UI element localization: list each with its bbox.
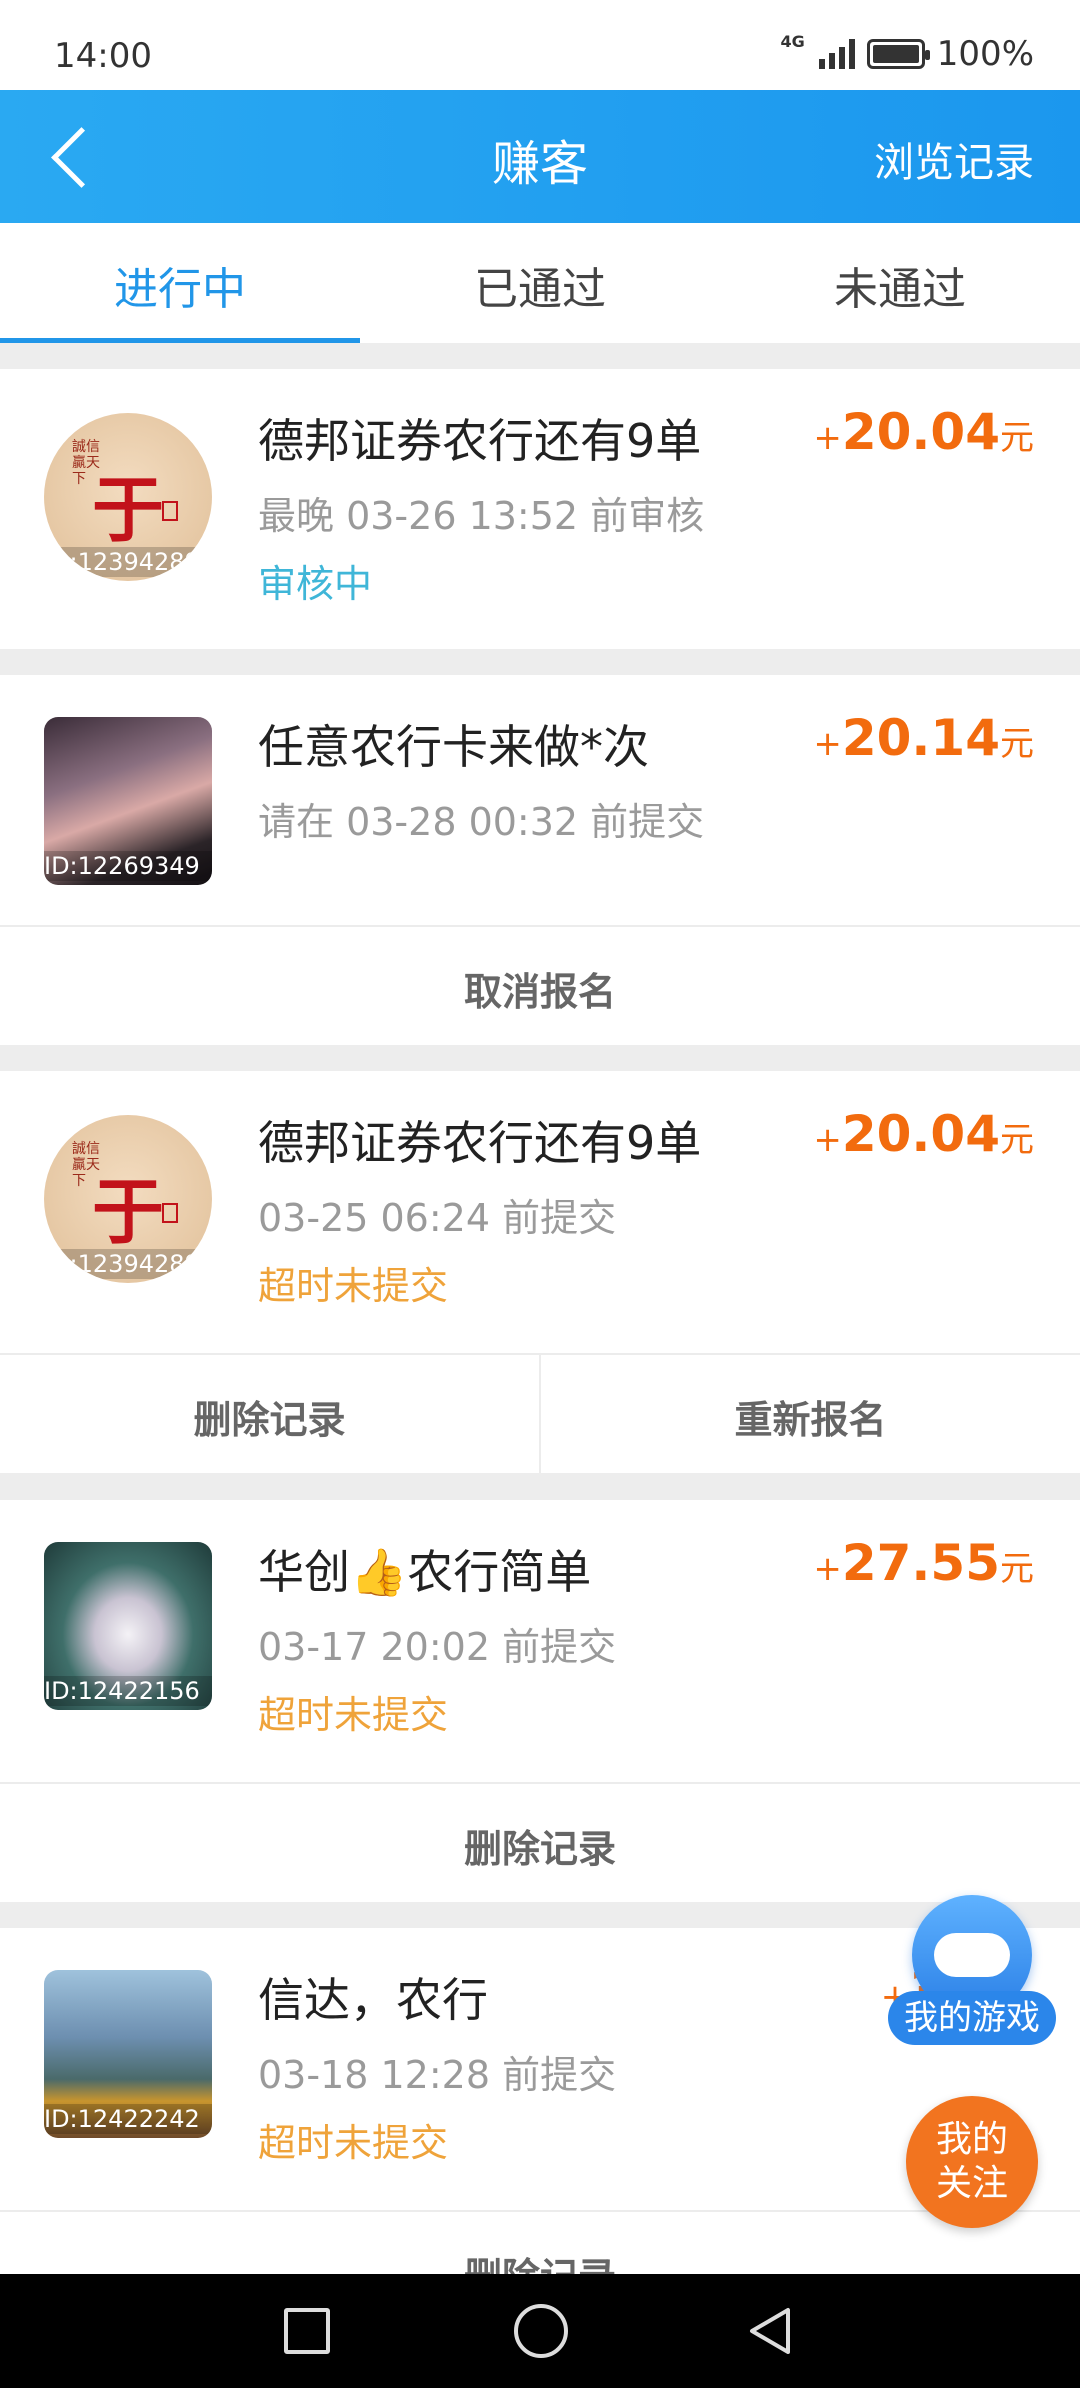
card-actions: 删除记录 重新报名 xyxy=(0,1353,1080,1473)
my-games-label: 我的游戏 xyxy=(888,1991,1056,2045)
re-signup-button[interactable]: 重新报名 xyxy=(539,1355,1080,1473)
card-actions: 取消报名 xyxy=(0,925,1080,1045)
system-nav-bar xyxy=(0,2274,1080,2388)
task-avatar: ID:12269349 xyxy=(44,717,212,885)
task-avatar: ID:12422156 xyxy=(44,1542,212,1710)
status-icons: 4G 100% xyxy=(780,32,1034,75)
task-reward: +20.04元 xyxy=(813,1105,1034,1163)
back-arrow-icon[interactable] xyxy=(40,120,110,195)
avatar-character: 于 xyxy=(91,467,164,552)
task-status: 超时未提交 xyxy=(258,2121,449,2165)
task-reward: +20.14元 xyxy=(813,709,1034,767)
cancel-signup-button[interactable]: 取消报名 xyxy=(0,927,1080,1045)
task-id: ID:12422242 xyxy=(44,2104,212,2134)
back-triangle-icon[interactable] xyxy=(744,2304,798,2358)
home-icon[interactable] xyxy=(514,2304,568,2358)
task-deadline: 03-25 06:24 前提交 xyxy=(258,1196,617,1240)
recents-icon[interactable] xyxy=(284,2308,330,2354)
battery-percent: 100% xyxy=(936,34,1034,74)
my-games-float-button[interactable]: 我的游戏 xyxy=(888,1895,1056,2045)
tab-in-progress[interactable]: 进行中 xyxy=(0,223,360,343)
task-card[interactable]: 誠信贏天下 于 ID:12394289 德邦证券农行还有9单 最晚 03-26 … xyxy=(0,369,1080,649)
task-avatar: 誠信贏天下 于 ID:12394289 xyxy=(44,1115,212,1283)
network-label: 4G xyxy=(780,32,805,51)
task-reward: +20.04元 xyxy=(813,403,1034,461)
task-reward: +27.55元 xyxy=(813,1534,1034,1592)
card-actions: 删除记录 xyxy=(0,1782,1080,1902)
avatar-character: 于 xyxy=(91,1169,164,1254)
battery-icon xyxy=(866,39,930,69)
avatar-seal-icon xyxy=(162,501,178,521)
task-status: 审核中 xyxy=(258,562,373,606)
task-status: 超时未提交 xyxy=(258,1264,449,1308)
browse-history-button[interactable]: 浏览记录 xyxy=(874,130,1034,188)
task-deadline: 最晚 03-26 13:52 前审核 xyxy=(258,494,705,538)
task-title: 信达，农行 xyxy=(258,1973,488,2027)
task-avatar: ID:12422242 xyxy=(44,1970,212,2138)
avatar-seal-icon xyxy=(162,1203,178,1223)
task-card[interactable]: 誠信贏天下 于 ID:12394289 德邦证券农行还有9单 03-25 06:… xyxy=(0,1071,1080,1473)
task-id: ID:12394289 xyxy=(44,547,212,577)
task-title: 任意农行卡来做*次 xyxy=(258,720,649,774)
task-deadline: 03-17 20:02 前提交 xyxy=(258,1625,617,1669)
my-follow-label-line1: 我的 xyxy=(935,2119,1008,2160)
task-status: 超时未提交 xyxy=(258,1693,449,1737)
status-time: 14:00 xyxy=(54,36,152,76)
delete-record-button[interactable]: 删除记录 xyxy=(0,1355,539,1473)
signal-icon xyxy=(818,39,855,69)
app-bar: 赚客 浏览记录 xyxy=(0,90,1080,223)
task-card[interactable]: ID:12422156 华创👍农行简单 03-17 20:02 前提交 超时未提… xyxy=(0,1500,1080,1902)
status-bar: 14:00 4G 100% xyxy=(0,0,1080,90)
tab-bar: 进行中 已通过 未通过 xyxy=(0,223,1080,343)
task-avatar: 誠信贏天下 于 ID:12394289 xyxy=(44,413,212,581)
my-follow-label-line2: 关注 xyxy=(935,2163,1008,2204)
task-id: ID:12394289 xyxy=(44,1249,212,1279)
task-title: 华创👍农行简单 xyxy=(258,1545,592,1599)
tab-passed[interactable]: 已通过 xyxy=(360,223,720,343)
task-deadline: 请在 03-28 00:32 前提交 xyxy=(258,800,705,844)
task-title: 德邦证券农行还有9单 xyxy=(258,414,702,468)
my-follow-float-button[interactable]: 我的 关注 xyxy=(906,2096,1038,2228)
task-deadline: 03-18 12:28 前提交 xyxy=(258,2053,617,2097)
delete-record-button[interactable]: 删除记录 xyxy=(0,1784,1080,1902)
task-id: ID:12422156 xyxy=(44,1676,212,1706)
tab-failed[interactable]: 未通过 xyxy=(720,223,1080,343)
task-card[interactable]: ID:12269349 任意农行卡来做*次 请在 03-28 00:32 前提交… xyxy=(0,675,1080,1045)
task-title: 德邦证券农行还有9单 xyxy=(258,1116,702,1170)
task-id: ID:12269349 xyxy=(44,851,212,881)
